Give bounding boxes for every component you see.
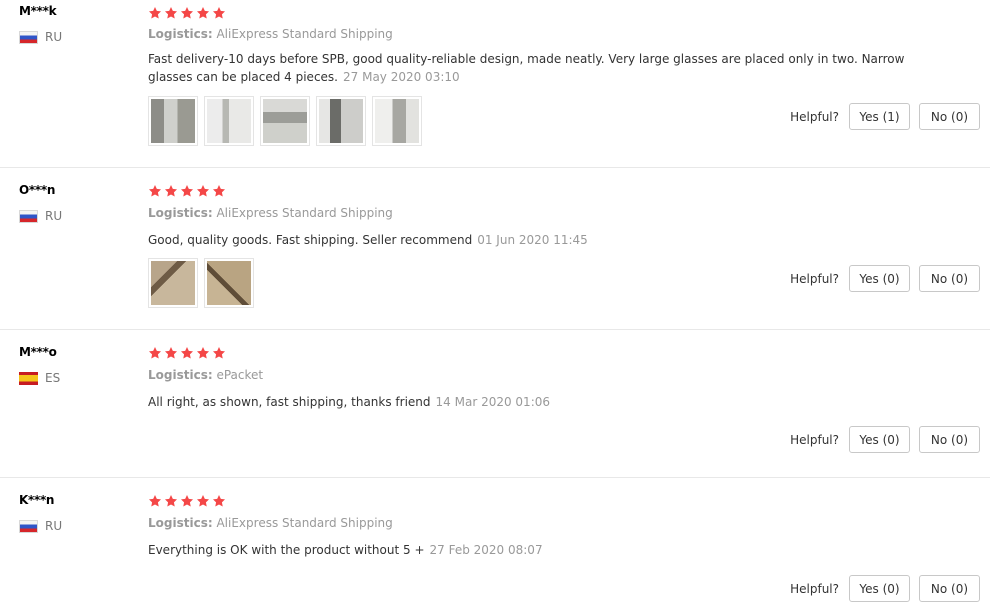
russia-flag-icon [19, 209, 38, 223]
star-icon [212, 346, 226, 360]
star-icon [212, 494, 226, 508]
spain-flag-icon [19, 371, 38, 385]
review-body: Everything is OK with the product withou… [148, 543, 425, 557]
review-body: Fast delivery-10 days before SPB, good q… [148, 52, 905, 84]
star-icon [164, 6, 178, 20]
review-item: M***k RU Logistics: AliExpress Standard … [0, 0, 990, 168]
star-icon [180, 346, 194, 360]
review-photos [148, 258, 254, 308]
helpful-no-button[interactable]: No (0) [919, 575, 980, 602]
helpful-yes-button[interactable]: Yes (0) [849, 426, 910, 453]
logistics-line: Logistics: AliExpress Standard Shipping [148, 516, 393, 530]
helpful-yes-button[interactable]: Yes (1) [849, 103, 910, 130]
helpful-no-button[interactable]: No (0) [919, 426, 980, 453]
country-code: ES [45, 371, 61, 385]
reviewer-name: K***n [19, 493, 55, 507]
country-code: RU [45, 30, 63, 44]
review-text: Good, quality goods. Fast shipping. Sell… [148, 231, 908, 249]
star-icon [196, 184, 210, 198]
helpful-no-button[interactable]: No (0) [919, 265, 980, 292]
review-photo-thumbnail[interactable] [204, 96, 254, 146]
star-icon [196, 6, 210, 20]
helpful-votes: Helpful? Yes (1) No (0) [790, 103, 980, 130]
helpful-votes: Helpful? Yes (0) No (0) [790, 575, 980, 602]
star-rating [148, 346, 226, 360]
logistics-line: Logistics: AliExpress Standard Shipping [148, 27, 393, 41]
reviewer-name: M***k [19, 4, 57, 18]
star-icon [148, 6, 162, 20]
review-item: M***o ES Logistics: ePacket All right, a… [0, 330, 990, 478]
helpful-yes-button[interactable]: Yes (0) [849, 575, 910, 602]
logistics-label: Logistics: [148, 206, 213, 220]
reviewer-name: M***o [19, 345, 57, 359]
star-icon [148, 494, 162, 508]
helpful-yes-button[interactable]: Yes (0) [849, 265, 910, 292]
review-item: O***n RU Logistics: AliExpress Standard … [0, 168, 990, 330]
logistics-value: AliExpress Standard Shipping [216, 206, 393, 220]
review-date: 27 May 2020 03:10 [343, 70, 460, 84]
reviewer-country: RU [19, 30, 62, 44]
review-date: 27 Feb 2020 08:07 [429, 543, 543, 557]
star-icon [164, 494, 178, 508]
review-body: All right, as shown, fast shipping, than… [148, 395, 431, 409]
helpful-votes: Helpful? Yes (0) No (0) [790, 265, 980, 292]
logistics-line: Logistics: ePacket [148, 368, 263, 382]
country-code: RU [45, 519, 63, 533]
logistics-value: AliExpress Standard Shipping [216, 516, 393, 530]
reviewer-country: RU [19, 209, 62, 223]
logistics-label: Logistics: [148, 27, 213, 41]
star-icon [196, 494, 210, 508]
helpful-label: Helpful? [790, 109, 839, 124]
logistics-label: Logistics: [148, 368, 213, 382]
review-body: Good, quality goods. Fast shipping. Sell… [148, 233, 473, 247]
helpful-votes: Helpful? Yes (0) No (0) [790, 426, 980, 453]
review-date: 01 Jun 2020 11:45 [477, 233, 588, 247]
reviewer-name: O***n [19, 183, 56, 197]
star-rating [148, 184, 226, 198]
review-photos [148, 96, 422, 146]
helpful-label: Helpful? [790, 581, 839, 596]
review-photo-thumbnail[interactable] [148, 258, 198, 308]
star-rating [148, 494, 226, 508]
star-icon [164, 184, 178, 198]
star-icon [196, 346, 210, 360]
star-icon [212, 6, 226, 20]
logistics-line: Logistics: AliExpress Standard Shipping [148, 206, 393, 220]
helpful-label: Helpful? [790, 432, 839, 447]
star-icon [180, 184, 194, 198]
helpful-label: Helpful? [790, 271, 839, 286]
logistics-label: Logistics: [148, 516, 213, 530]
star-icon [180, 6, 194, 20]
russia-flag-icon [19, 30, 38, 44]
logistics-value: AliExpress Standard Shipping [216, 27, 393, 41]
logistics-value: ePacket [216, 368, 264, 382]
country-code: RU [45, 209, 63, 223]
review-photo-thumbnail[interactable] [372, 96, 422, 146]
review-date: 14 Mar 2020 01:06 [435, 395, 551, 409]
star-icon [180, 494, 194, 508]
review-text: Fast delivery-10 days before SPB, good q… [148, 50, 908, 86]
reviewer-country: ES [19, 371, 60, 385]
review-text: Everything is OK with the product withou… [148, 541, 908, 559]
russia-flag-icon [19, 519, 38, 533]
review-photo-thumbnail[interactable] [148, 96, 198, 146]
star-rating [148, 6, 226, 20]
review-text: All right, as shown, fast shipping, than… [148, 393, 908, 411]
review-item: K***n RU Logistics: AliExpress Standard … [0, 478, 990, 614]
review-photo-thumbnail[interactable] [316, 96, 366, 146]
review-photo-thumbnail[interactable] [204, 258, 254, 308]
reviewer-country: RU [19, 519, 62, 533]
star-icon [148, 184, 162, 198]
star-icon [148, 346, 162, 360]
review-photo-thumbnail[interactable] [260, 96, 310, 146]
star-icon [212, 184, 226, 198]
star-icon [164, 346, 178, 360]
helpful-no-button[interactable]: No (0) [919, 103, 980, 130]
